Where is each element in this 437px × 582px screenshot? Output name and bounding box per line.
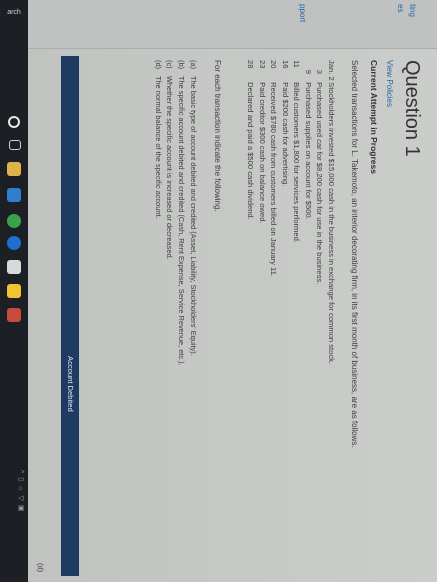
tx-date: Jan. 2 <box>327 60 336 81</box>
list-item: 16 Paid $200 cash for advertising. <box>280 60 292 364</box>
page-title: Question 1 <box>401 60 423 157</box>
list-item: (b) The specific account debited and cred… <box>175 60 187 366</box>
tx-date: 20 <box>269 60 279 69</box>
sidebar: ting es pport <box>28 0 437 49</box>
chrome-icon[interactable] <box>7 214 21 228</box>
cortana-icon[interactable] <box>8 116 20 128</box>
tx-date: 23 <box>258 60 267 69</box>
task-view-icon[interactable] <box>9 140 21 150</box>
part-letter: (c) <box>165 60 175 69</box>
tx-text: Purchased used car for $8,200 cash for u… <box>315 82 325 285</box>
attempt-status: Current Attempt in Progress <box>369 60 379 174</box>
tx-text: Paid $200 cash for advertising. <box>281 82 290 187</box>
transaction-list: Jan. 2 Stockholders invested $15,000 cas… <box>245 60 337 364</box>
tx-text: Declared and paid a $500 cash dividend. <box>246 82 256 220</box>
question-page: ting es pport Question 1 View Policies C… <box>28 0 437 582</box>
tx-text: Billed customers $1,800 for services per… <box>292 82 302 243</box>
search-label[interactable]: arch <box>7 6 21 20</box>
tx-date: 3 <box>315 69 325 74</box>
tx-date: 16 <box>281 60 290 69</box>
view-policies-link[interactable]: View Policies <box>385 60 394 107</box>
main-content: Question 1 View Policies Current Attempt… <box>28 56 437 582</box>
part-text: Whether the specific account is increase… <box>165 76 175 260</box>
part-letter: (a) <box>189 60 198 70</box>
list-item: 20 Received $780 cash from customers bil… <box>268 60 280 364</box>
tx-date: 11 <box>292 60 302 68</box>
list-item: (c) Whether the specific account is incre… <box>164 60 176 366</box>
row-label: (d) <box>36 563 45 573</box>
list-item: 9 Purchased supplies on account for $500… <box>303 60 315 364</box>
part-letter: (b) <box>177 60 187 70</box>
sidebar-link-support[interactable]: pport <box>298 4 307 22</box>
part-text: The basic type of account debited and cr… <box>189 76 198 356</box>
tx-text: Purchased supplies on account for $500. <box>304 82 313 220</box>
list-item: (a) The basic type of account debited and… <box>187 60 199 366</box>
folder-icon[interactable] <box>7 284 21 298</box>
sidebar-link-1[interactable]: ting <box>408 4 417 17</box>
question-intro: Selected transactions for L. Takemoto, a… <box>350 60 359 448</box>
instruction-text: For each transaction indicate the follow… <box>213 60 222 212</box>
app-icon[interactable] <box>7 308 21 322</box>
tx-text: Received $780 cash from customers billed… <box>269 82 279 277</box>
system-tray[interactable]: ^ ▭ ⌂ ◁ ▣ <box>4 470 24 512</box>
store-icon[interactable] <box>7 188 21 202</box>
list-item: (d) The normal balance of the specific ac… <box>152 60 164 366</box>
account-debited-header: Account Debited <box>66 356 75 412</box>
file-explorer-icon[interactable] <box>7 162 21 176</box>
list-item: 3 Purchased used car for $8,200 cash for… <box>314 60 326 364</box>
list-item: 28 Declared and paid a $500 cash dividen… <box>245 60 257 364</box>
tx-date: 28 <box>246 60 256 69</box>
mail-icon[interactable] <box>7 260 21 274</box>
sidebar-link-2[interactable]: es <box>396 4 405 12</box>
edge-icon[interactable] <box>7 236 21 250</box>
part-text: The specific account debited and credite… <box>177 76 187 366</box>
tx-text: Paid creditor $300 cash on balance owed. <box>258 82 267 224</box>
part-letter: (d) <box>153 60 163 70</box>
list-item: 11 Billed customers $1,800 for services … <box>291 60 303 364</box>
list-item: 23 Paid creditor $300 cash on balance ow… <box>257 60 269 364</box>
tx-date: 9 <box>304 69 313 74</box>
list-item: Jan. 2 Stockholders invested $15,000 cas… <box>326 60 338 364</box>
parts-list: (a) The basic type of account debited and… <box>152 60 199 366</box>
tx-text: Stockholders invested $15,000 cash in th… <box>327 82 336 365</box>
taskbar: arch ^ ▭ ⌂ ◁ ▣ <box>0 0 28 582</box>
table-header: Account Debited <box>61 56 79 576</box>
part-text: The normal balance of the specific accou… <box>153 76 163 219</box>
